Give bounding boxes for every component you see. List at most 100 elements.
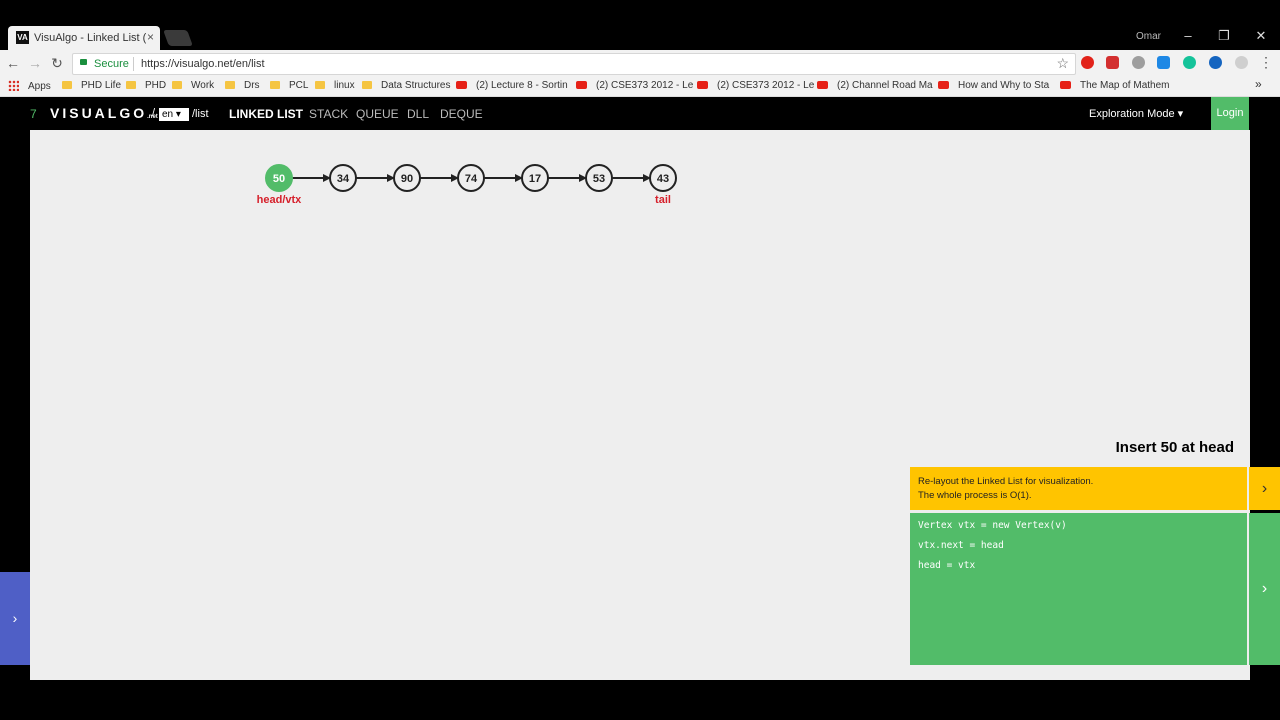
minimize-icon[interactable]: –	[1178, 28, 1198, 43]
back-arrow-icon[interactable]: ←	[5, 55, 21, 71]
bookmark-label: PCL	[289, 80, 309, 91]
blue-extension-icon[interactable]	[1157, 56, 1170, 69]
omnibox-separator	[133, 57, 134, 71]
close-window-icon[interactable]: ✕	[1251, 28, 1271, 44]
bookmark-item[interactable]: linux	[315, 80, 355, 91]
folder-icon	[126, 81, 136, 89]
apps-grid-icon	[8, 80, 19, 91]
list-node-value: 17	[529, 173, 541, 185]
url-text: https://visualgo.net/en/list	[141, 58, 265, 70]
nav-queue[interactable]: QUEUE	[356, 107, 399, 121]
bookmark-label: The Map of Mathem	[1080, 80, 1170, 91]
logo-number: 7	[30, 107, 37, 121]
bookmark-item[interactable]: Apps	[8, 80, 51, 92]
folder-icon	[62, 81, 72, 89]
bookmark-item[interactable]: Drs	[225, 80, 260, 91]
status-message-box: Re-layout the Linked List for visualizat…	[910, 467, 1247, 510]
url-input[interactable]: Secure https://visualgo.net/en/list ☆	[72, 53, 1076, 75]
tab-title: VisuAlgo - Linked List (Si	[34, 32, 146, 44]
folder-icon	[225, 81, 235, 89]
bookmarks-bar: Apps PHD Life PHD Work Drs PCL linux Data Struc…	[0, 76, 1280, 97]
bookmark-item[interactable]: The Map of Mathem	[1060, 80, 1169, 91]
bookmark-label: (2) Lecture 8 - Sortin	[476, 80, 568, 91]
visualgo-logo[interactable]: VISUALGO.net	[50, 105, 158, 121]
youtube-icon	[938, 81, 949, 89]
login-button[interactable]: Login	[1211, 97, 1249, 130]
nav-linked-list[interactable]: LINKED LIST	[229, 107, 303, 121]
bookmark-item[interactable]: PCL	[270, 80, 308, 91]
tab-close-icon[interactable]: ×	[147, 30, 154, 44]
pseudocode-box: Vertex vtx = new Vertex(v) vtx.next = he…	[910, 513, 1247, 665]
bookmark-item[interactable]: Work	[172, 80, 214, 91]
list-node-value: 74	[465, 173, 478, 185]
bookmark-label: Apps	[28, 81, 51, 92]
browser-tab[interactable]: VA VisuAlgo - Linked List (Si ×	[8, 26, 160, 50]
grammarly-icon[interactable]	[1183, 56, 1196, 69]
folder-icon	[172, 81, 182, 89]
light-extension-icon[interactable]	[1235, 56, 1248, 69]
restore-icon[interactable]: ❐	[1214, 28, 1234, 44]
status-message-line: Re-layout the Linked List for visualizat…	[918, 476, 1094, 487]
bookmark-label: How and Why to Sta	[958, 80, 1050, 91]
lock-icon	[80, 59, 87, 65]
code-line: vtx.next = head	[918, 540, 1004, 551]
list-node-value: 50	[273, 173, 285, 185]
nav-stack[interactable]: STACK	[309, 107, 348, 121]
nav-slash: /	[152, 107, 156, 119]
bookmark-item[interactable]: (2) CSE373 2012 - Le	[576, 80, 693, 91]
youtube-icon	[697, 81, 708, 89]
bookmark-label: PHD Life	[81, 80, 122, 91]
browser-tab-bar	[0, 25, 1280, 50]
bookmark-label: Work	[191, 80, 215, 91]
bookmark-star-icon[interactable]: ☆	[1056, 55, 1069, 72]
status-title: Insert 50 at head	[1115, 439, 1234, 456]
forward-arrow-icon[interactable]: →	[27, 55, 43, 71]
list-node-value: 90	[401, 173, 413, 185]
list-node-value: 53	[593, 173, 605, 185]
gray-extension-icon[interactable]	[1132, 56, 1145, 69]
opera-extension-icon[interactable]	[1081, 56, 1094, 69]
bookmark-label: Drs	[244, 80, 260, 91]
bookmark-label: Data Structures	[381, 80, 451, 91]
code-line: Vertex vtx = new Vertex(v)	[918, 520, 1067, 531]
red-extension-icon[interactable]	[1106, 56, 1119, 69]
bookmark-item[interactable]: (2) Lecture 8 - Sortin	[456, 80, 568, 91]
list-node-value: 43	[657, 173, 669, 185]
browser-user-name[interactable]: Omar	[1136, 31, 1161, 42]
exploration-mode-dropdown[interactable]: Exploration Mode ▾	[1089, 107, 1183, 120]
code-line: head = vtx	[918, 560, 976, 571]
youtube-icon	[817, 81, 828, 89]
list-node-label: head/vtx	[257, 194, 303, 206]
bookmarks-more-icon[interactable]: »	[1255, 77, 1262, 91]
secure-label: Secure	[94, 58, 129, 70]
language-select[interactable]: en ▾	[159, 108, 189, 121]
code-toggle-arrow-icon[interactable]: ›	[1249, 513, 1280, 665]
folder-icon	[315, 81, 325, 89]
circle-extension-icon[interactable]	[1209, 56, 1222, 69]
screen-top-strip	[0, 0, 1280, 25]
browser-menu-icon[interactable]: ⋮	[1259, 54, 1273, 71]
bookmark-label: linux	[334, 80, 355, 91]
status-toggle-arrow-icon[interactable]: ›	[1249, 467, 1280, 510]
bookmark-item[interactable]: (2) Channel Road Ma	[817, 80, 933, 91]
bookmark-label: (2) CSE373 2012 - Le	[596, 80, 694, 91]
bookmark-item[interactable]: PHD Life	[62, 80, 121, 91]
list-node-value: 34	[337, 173, 350, 185]
bookmark-item[interactable]: How and Why to Sta	[938, 80, 1049, 91]
folder-icon	[362, 81, 372, 89]
bookmark-item[interactable]: PHD	[126, 80, 166, 91]
list-node-label: tail	[655, 194, 671, 206]
nav-dll[interactable]: DLL	[407, 107, 429, 121]
youtube-icon	[1060, 81, 1071, 89]
bookmark-label: PHD	[145, 80, 167, 91]
bookmark-item[interactable]: (2) CSE373 2012 - Le	[697, 80, 814, 91]
side-panel-toggle-button[interactable]: ›	[0, 572, 30, 665]
visualgo-favicon-icon: VA	[16, 31, 29, 44]
nav-path[interactable]: /list	[192, 108, 209, 120]
reload-icon[interactable]: ↻	[49, 55, 65, 72]
logo-text: VISUALGO	[50, 105, 148, 121]
bookmark-label: (2) CSE373 2012 - Le	[717, 80, 815, 91]
nav-deque[interactable]: DEQUE	[440, 107, 483, 121]
status-message-line: The whole process is O(1).	[918, 490, 1032, 501]
bookmark-item[interactable]: Data Structures	[362, 80, 450, 91]
